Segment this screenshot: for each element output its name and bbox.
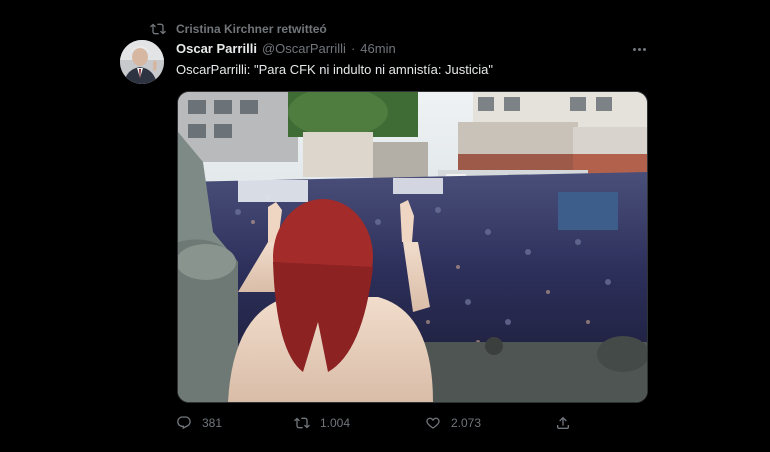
tweet[interactable]: Cristina Kirchner retwitteó Oscar Parril… bbox=[0, 0, 770, 452]
author-handle[interactable]: @OscarParrilli bbox=[262, 41, 346, 56]
share-button[interactable] bbox=[555, 412, 571, 434]
like-count: 2.073 bbox=[451, 416, 482, 430]
like-button[interactable]: 2.073 bbox=[425, 412, 481, 434]
heart-icon bbox=[426, 417, 440, 429]
tweet-actions: 381 1.004 2.073 bbox=[176, 412, 596, 434]
retweet-context: Cristina Kirchner retwitteó bbox=[150, 20, 327, 38]
avatar[interactable] bbox=[120, 40, 164, 84]
share-icon bbox=[557, 416, 569, 429]
more-options-icon[interactable] bbox=[628, 40, 650, 58]
reply-button[interactable]: 381 bbox=[176, 412, 222, 434]
retweet-icon bbox=[294, 417, 310, 429]
separator-dot: · bbox=[350, 41, 356, 56]
retweet-context-text[interactable]: Cristina Kirchner retwitteó bbox=[176, 22, 327, 36]
author-name[interactable]: Oscar Parrilli bbox=[176, 41, 257, 56]
reply-icon bbox=[177, 416, 191, 430]
tweet-header: Oscar Parrilli @OscarParrilli · 46min bbox=[176, 41, 396, 56]
retweet-count: 1.004 bbox=[320, 416, 351, 430]
retweet-icon bbox=[150, 21, 166, 37]
tweet-timestamp[interactable]: 46min bbox=[360, 41, 395, 56]
photo-illustration bbox=[178, 92, 647, 402]
tweet-photo[interactable] bbox=[177, 91, 648, 403]
retweet-button[interactable]: 1.004 bbox=[294, 412, 350, 434]
tweet-text: OscarParrilli: "Para CFK ni indulto ni a… bbox=[176, 62, 494, 77]
reply-count: 381 bbox=[202, 416, 223, 430]
